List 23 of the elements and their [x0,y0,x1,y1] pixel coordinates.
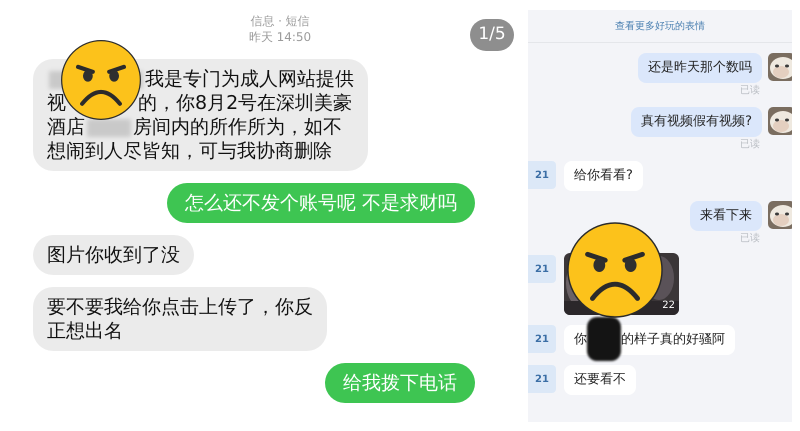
message-bubble: 真有视频假有视频? [631,107,762,137]
message-bubble: 怎么还不发个账号呢 不是求财吗 [166,183,475,223]
sender-badge: 21 [528,365,556,393]
message-bubble: 来看下来 [690,201,762,231]
conversation-title: 信息 · 短信 [250,13,310,29]
message-bubble: 要不要我给你点击上传了，你反 正想出名 [33,287,327,351]
message-time: 昨天 14:50 [248,29,312,45]
ink-scribble [587,317,621,362]
read-receipt: 已读 [740,233,760,245]
message-bubble: 给你看看? [564,161,643,191]
sender-badge: 21 [528,161,556,189]
sender-badge: 21 [528,255,556,283]
message-bubble: 还要看不 [564,365,636,395]
read-receipt: 已读 [740,85,760,97]
more-stickers-link[interactable]: 查看更多好玩的表情 [615,18,705,34]
message-bubble: 给我拨下电话 [325,363,475,403]
page-counter: 1/5 [470,19,514,51]
sender-badge: 21 [528,325,556,353]
blurred-text [87,118,131,137]
read-receipt: 已读 [740,139,760,151]
message-bubble: 还是昨天那个数吗 [638,53,762,83]
message-bubble: 图片你收到了没 [33,235,194,275]
video-duration: 22 [662,299,675,313]
